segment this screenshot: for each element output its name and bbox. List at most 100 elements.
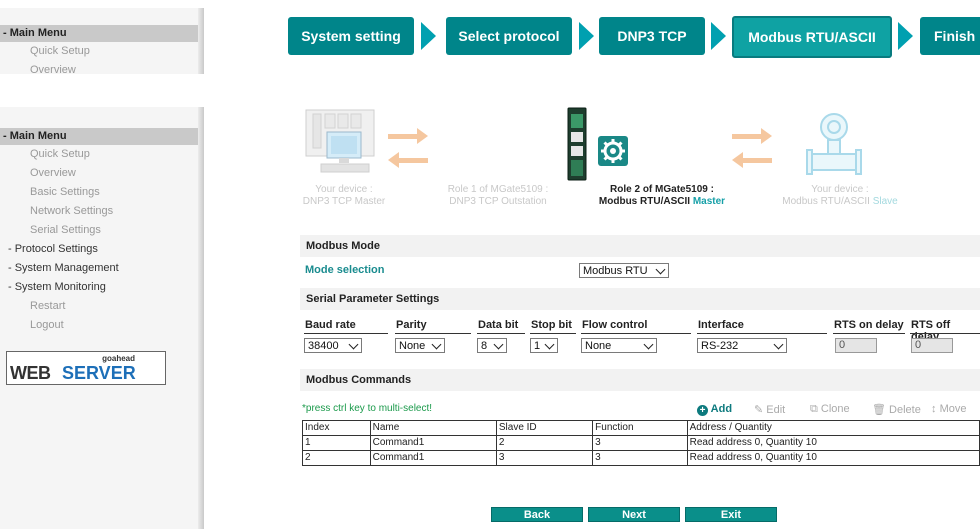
sidebar-main: - Main Menu Quick Setup Overview Basic S… [0, 107, 204, 529]
flow-control-value: None [585, 340, 612, 352]
chevron-down-icon [493, 339, 504, 350]
mode-selection-value: Modbus RTU [583, 265, 648, 277]
step-arrow-icon [421, 22, 436, 50]
step-modbus-rtu-ascii: Modbus RTU/ASCII [732, 16, 892, 58]
chevron-down-icon [348, 339, 359, 350]
mode-selection-label: Mode selection [305, 264, 385, 276]
header-underline [477, 333, 525, 334]
plus-circle-icon: + [697, 405, 708, 416]
header-underline [304, 333, 388, 334]
stop-bit-select[interactable]: 1 [530, 338, 558, 353]
mode-selection-select[interactable]: Modbus RTU [579, 263, 669, 278]
rts-on-delay-field[interactable]: 0 [835, 338, 877, 353]
mgate-device-icon [567, 107, 587, 181]
gear-icon [598, 136, 628, 166]
clone-label: Clone [820, 403, 850, 415]
role2-label: Role 2 of MGate5109 : Modbus RTU/ASCII M… [586, 184, 738, 208]
chevron-down-icon [655, 264, 666, 275]
edit-command-button[interactable]: ✎ Edit [754, 403, 785, 416]
cell-slave-id: 2 [495, 435, 594, 451]
header-underline [395, 333, 471, 334]
menu-overview[interactable]: Overview [0, 61, 204, 80]
col-flow-control: Flow control [582, 319, 648, 331]
menu-quick-setup[interactable]: Quick Setup [0, 145, 204, 164]
step-arrow-icon [579, 22, 594, 50]
multi-select-hint: *press ctrl key to multi-select! [302, 403, 433, 414]
header-underline [530, 333, 576, 334]
menu-overview[interactable]: Overview [0, 164, 204, 183]
modbus-mode-section-title: Modbus Mode [300, 235, 980, 257]
delete-label: Delete [889, 404, 921, 416]
rts-off-delay-field[interactable]: 0 [911, 338, 953, 353]
step-arrow-icon [711, 22, 726, 50]
cell-index: 1 [302, 435, 371, 451]
chevron-down-icon [643, 339, 654, 350]
pencil-icon: ✎ [754, 404, 764, 416]
th-index: Index [302, 420, 371, 436]
interface-select[interactable]: RS-232 [697, 338, 787, 353]
device-right-label: Your device : Modbus RTU/ASCII Slave [772, 184, 908, 208]
table-header-row: Index Name Slave ID Function Address / Q… [302, 420, 980, 436]
device-right-slave-text: Slave [872, 196, 898, 207]
device-left-line1: Your device : [315, 184, 373, 195]
table-row[interactable]: 1 Command1 2 3 Read address 0, Quantity … [302, 435, 980, 451]
main-menu-header[interactable]: - Main Menu [0, 25, 198, 42]
menu-system-management[interactable]: - System Management [0, 259, 204, 278]
data-bit-select[interactable]: 8 [477, 338, 507, 353]
logo-server-text: SERVER [62, 363, 136, 383]
exit-button[interactable]: Exit [685, 507, 777, 522]
baud-rate-value: 38400 [308, 340, 339, 352]
menu-basic-settings[interactable]: Basic Settings [0, 183, 204, 202]
chevron-down-icon [773, 339, 784, 350]
left-arrow-icon [388, 152, 428, 168]
chevron-down-icon [544, 339, 555, 350]
menu-logout[interactable]: Logout [0, 316, 204, 335]
add-command-button[interactable]: + Add [697, 403, 732, 416]
col-rts-on-delay: RTS on delay [834, 319, 904, 331]
role1-line1: Role 1 of MGate5109 : [447, 184, 549, 195]
sidebar-shadow [198, 107, 204, 529]
cell-index: 2 [302, 450, 371, 466]
sidebar-shadow [198, 8, 204, 74]
logo-small-text: goahead [102, 354, 135, 363]
menu-serial-settings[interactable]: Serial Settings [0, 221, 204, 240]
role1-line2: DNP3 TCP Outstation [449, 196, 547, 207]
back-button[interactable]: Back [491, 507, 583, 522]
col-parity: Parity [396, 319, 427, 331]
delete-command-button[interactable]: 🗑 Delete [872, 403, 921, 416]
menu-restart[interactable]: Restart [0, 297, 204, 316]
table-row[interactable]: 2 Command1 3 3 Read address 0, Quantity … [302, 450, 980, 466]
cell-slave-id: 3 [495, 450, 594, 466]
move-command-button[interactable]: ↕ Move [931, 403, 966, 415]
th-name: Name [369, 420, 497, 436]
header-underline [581, 333, 691, 334]
th-slave-id: Slave ID [495, 420, 594, 436]
th-function: Function [592, 420, 688, 436]
menu-quick-setup[interactable]: Quick Setup [0, 42, 204, 61]
cell-name: Command1 [369, 450, 497, 466]
step-select-protocol: Select protocol [446, 17, 572, 55]
baud-rate-select[interactable]: 38400 [304, 338, 362, 353]
step-finish: Finish [920, 17, 980, 55]
col-stop-bit: Stop bit [531, 319, 572, 331]
parity-select[interactable]: None [395, 338, 445, 353]
col-interface: Interface [698, 319, 744, 331]
logo-web-text: WEB [10, 363, 51, 383]
flow-control-select[interactable]: None [581, 338, 657, 353]
main-menu-header[interactable]: - Main Menu [0, 128, 198, 145]
updown-arrow-icon: ↕ [931, 403, 937, 415]
menu-protocol-settings[interactable]: - Protocol Settings [0, 240, 204, 259]
cell-function: 3 [592, 435, 688, 451]
next-button[interactable]: Next [588, 507, 680, 522]
menu-system-monitoring[interactable]: - System Monitoring [0, 278, 204, 297]
cell-function: 3 [592, 450, 688, 466]
device-right-line1: Your device : [811, 184, 869, 195]
menu-network-settings[interactable]: Network Settings [0, 202, 204, 221]
master-device-icon [305, 109, 375, 173]
clone-icon: ⧉ [810, 403, 818, 415]
modbus-commands-section-title: Modbus Commands [300, 369, 980, 391]
left-arrow-icon [732, 152, 772, 168]
clone-command-button[interactable]: ⧉ Clone [810, 403, 850, 416]
role1-label: Role 1 of MGate5109 : DNP3 TCP Outstatio… [436, 184, 560, 208]
move-label: Move [939, 403, 967, 415]
